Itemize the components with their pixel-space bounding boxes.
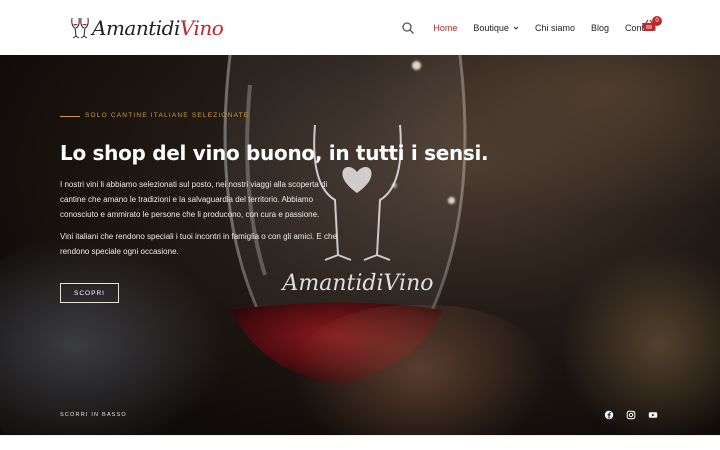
bokeh-light — [392, 183, 397, 188]
hero-eyebrow: SOLO CANTINE ITALIANE SELEZIONATE — [85, 112, 250, 119]
main-nav: Home Boutique Chi siamo Blog Contatti — [401, 0, 664, 55]
nav-item-boutique-label: Boutique — [473, 22, 509, 33]
youtube-icon[interactable] — [648, 410, 658, 420]
logo-text: AmantidiVino — [92, 16, 224, 40]
nav-item-boutique[interactable]: Boutique — [465, 23, 527, 33]
bokeh-light — [412, 61, 421, 70]
hero-section: AmantidiVino SOLO CANTINE ITALIANE SELEZ… — [0, 55, 720, 435]
eyebrow-line — [60, 116, 80, 117]
scroll-down-link[interactable]: SCORRI IN BASSO — [60, 412, 127, 418]
hero-background-hand — [290, 305, 550, 435]
chevron-down-icon — [513, 26, 519, 30]
search-icon[interactable] — [401, 21, 415, 35]
instagram-icon[interactable] — [626, 410, 636, 420]
facebook-icon[interactable] — [604, 410, 614, 420]
hero-paragraph-1: I nostri vini li abbiamo selezionati sul… — [60, 180, 328, 219]
hero-headline: Lo shop del vino buono, in tutti i sensi… — [60, 141, 489, 165]
hero-background-right — [560, 245, 720, 435]
nav-item-chi-siamo[interactable]: Chi siamo — [527, 23, 583, 33]
site-header: AmantidiVino Home Boutique Chi siamo Blo… — [0, 0, 720, 55]
hero-background-sleeve — [0, 235, 230, 435]
next-section-edge — [0, 435, 720, 450]
nav-item-blog[interactable]: Blog — [583, 23, 617, 33]
cart-count-badge: 0 — [652, 16, 662, 26]
bokeh-light — [448, 197, 455, 204]
discover-button[interactable]: SCOPRI — [60, 283, 119, 303]
nav-item-home[interactable]: Home — [425, 23, 465, 33]
glass-watermark-text: AmantidiVino — [281, 271, 434, 296]
site-logo[interactable]: AmantidiVino — [70, 12, 224, 44]
wine-glasses-logo-icon — [71, 17, 89, 39]
hero-paragraph-2: Vini italiani che rendono speciali i tuo… — [60, 232, 337, 256]
